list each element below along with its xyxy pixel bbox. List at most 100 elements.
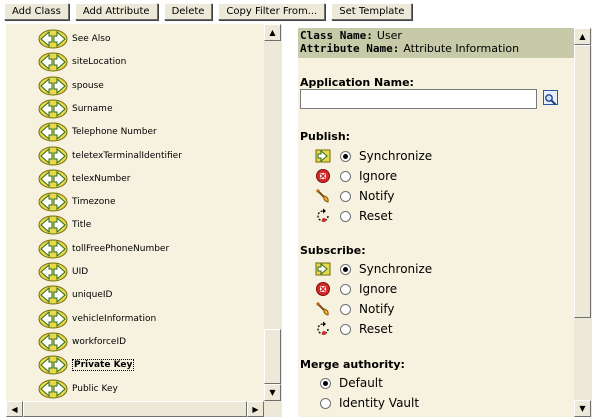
- scroll-down-button[interactable]: ▼: [264, 384, 281, 401]
- scroll-right-button[interactable]: ▶: [247, 401, 264, 417]
- option-label: Synchronize: [359, 149, 433, 163]
- sync-arrows-icon: [38, 262, 68, 282]
- set-template-button[interactable]: Set Template: [331, 3, 413, 20]
- sync-arrows-icon: [38, 146, 68, 166]
- scroll-up-button[interactable]: ▲: [264, 24, 281, 41]
- option-row[interactable]: Synchronize: [315, 260, 432, 278]
- application-name-label: Application Name:: [300, 76, 414, 89]
- search-icon[interactable]: [543, 90, 558, 106]
- option-label: Identity Vault: [339, 396, 420, 410]
- sync-arrows-icon: [38, 52, 68, 72]
- details-scroll-down-button[interactable]: ▼: [574, 400, 591, 417]
- option-row[interactable]: Identity Vault: [320, 394, 419, 412]
- option-row[interactable]: Reset: [315, 320, 393, 338]
- list-item[interactable]: See Also: [38, 28, 111, 50]
- sync-arrows-icon: [38, 332, 68, 352]
- application-name-input[interactable]: [300, 89, 537, 109]
- sync-arrows-icon: [38, 99, 68, 119]
- attribute-list-vertical-scrollbar[interactable]: ▲ ▼: [264, 24, 282, 401]
- list-item[interactable]: workforceID: [38, 331, 126, 353]
- list-item[interactable]: Private Key: [38, 354, 135, 376]
- list-item-label: spouse: [72, 80, 104, 91]
- option-row[interactable]: Ignore: [315, 167, 397, 185]
- sync-arrows-icon: [38, 239, 68, 259]
- sync-arrows-icon: [38, 29, 68, 49]
- scrollbar-corner: [264, 401, 282, 417]
- sync-arrow-icon: [315, 148, 331, 164]
- sync-arrows-icon: [38, 355, 68, 375]
- sync-arrows-icon: [38, 379, 68, 399]
- option-label: Notify: [359, 302, 395, 316]
- option-label: Reset: [359, 209, 393, 223]
- list-item[interactable]: Timezone: [38, 191, 116, 213]
- list-item[interactable]: uniqueID: [38, 284, 112, 306]
- list-item-label: Telephone Number: [72, 127, 157, 138]
- list-item[interactable]: spouse: [38, 75, 104, 97]
- list-item-label: Private Key: [72, 359, 135, 372]
- radio-button[interactable]: [340, 283, 351, 295]
- option-row[interactable]: Reset: [315, 207, 393, 225]
- ignore-icon: [315, 168, 331, 184]
- list-item[interactable]: telexNumber: [38, 168, 130, 190]
- list-item-label: uniqueID: [72, 290, 113, 301]
- list-item[interactable]: Telephone Number: [38, 121, 157, 143]
- attribute-list-horizontal-scrollbar[interactable]: ◀ ▶: [6, 401, 264, 417]
- radio-button[interactable]: [320, 397, 331, 409]
- list-item-label: UID: [72, 267, 89, 277]
- horizontal-scroll-thumb[interactable]: [23, 401, 247, 417]
- option-row[interactable]: Synchronize: [315, 147, 432, 165]
- sync-arrows-icon: [38, 76, 68, 96]
- radio-button[interactable]: [340, 263, 351, 275]
- list-item[interactable]: UID: [38, 261, 88, 283]
- sync-arrows-icon: [38, 215, 68, 235]
- reset-icon: [315, 208, 331, 224]
- class-name-value: User: [376, 29, 402, 42]
- publish-label: Publish:: [300, 130, 351, 143]
- list-item[interactable]: siteLocation: [38, 51, 126, 73]
- list-item[interactable]: Title: [38, 214, 91, 236]
- option-row[interactable]: Notify: [315, 300, 394, 318]
- list-item-label: workforceID: [72, 336, 127, 347]
- radio-button[interactable]: [340, 150, 351, 162]
- radio-button[interactable]: [340, 323, 351, 335]
- details-scroll-thumb[interactable]: [574, 45, 591, 318]
- notify-bell-icon: [315, 188, 331, 204]
- list-item-label: telexNumber: [72, 173, 131, 184]
- radio-button[interactable]: [340, 303, 351, 315]
- list-item-label: vehicleInformation: [72, 313, 157, 324]
- scroll-left-button[interactable]: ◀: [6, 401, 23, 417]
- scroll-thumb[interactable]: [264, 329, 281, 384]
- list-item[interactable]: Surname: [38, 98, 112, 120]
- toolbar: Add Class Add Attribute Delete Copy Filt…: [4, 3, 413, 22]
- list-item[interactable]: tollFreePhoneNumber: [38, 238, 169, 260]
- option-row[interactable]: Ignore: [315, 280, 397, 298]
- copy-filter-from-button[interactable]: Copy Filter From...: [218, 3, 326, 20]
- add-attribute-button[interactable]: Add Attribute: [74, 3, 158, 20]
- add-class-button[interactable]: Add Class: [4, 3, 69, 20]
- list-item-label: Surname: [72, 103, 113, 114]
- details-scroll-up-button[interactable]: ▲: [574, 28, 591, 45]
- radio-button[interactable]: [340, 170, 351, 182]
- list-item-label: Title: [72, 220, 92, 231]
- details-vertical-scrollbar[interactable]: ▲ ▼: [574, 28, 592, 417]
- ignore-icon: [315, 281, 331, 297]
- sync-arrows-icon: [38, 285, 68, 305]
- details-header: Class Name: User Attribute Name: Attribute…: [298, 28, 574, 58]
- radio-button[interactable]: [340, 210, 351, 222]
- attribute-name-value: Attribute Information: [403, 42, 520, 55]
- sync-arrows-icon: [38, 192, 68, 212]
- sync-arrows-icon: [38, 122, 68, 142]
- merge-authority-label: Merge authority:: [300, 358, 405, 371]
- radio-button[interactable]: [320, 377, 331, 389]
- list-item[interactable]: teletexTerminalIdentifier: [38, 145, 182, 167]
- radio-button[interactable]: [340, 190, 351, 202]
- option-row[interactable]: Notify: [315, 187, 394, 205]
- option-label: Default: [339, 376, 383, 390]
- sync-arrows-icon: [38, 169, 68, 189]
- list-item[interactable]: Public Key: [38, 378, 118, 400]
- attribute-list: See Also siteLocation spouse Surname Telepho…: [6, 24, 264, 401]
- list-item[interactable]: vehicleInformation: [38, 308, 156, 330]
- option-row[interactable]: Default: [320, 374, 383, 392]
- delete-button[interactable]: Delete: [163, 3, 213, 20]
- attribute-details-panel: Class Name: User Attribute Name: Attribute…: [298, 28, 592, 417]
